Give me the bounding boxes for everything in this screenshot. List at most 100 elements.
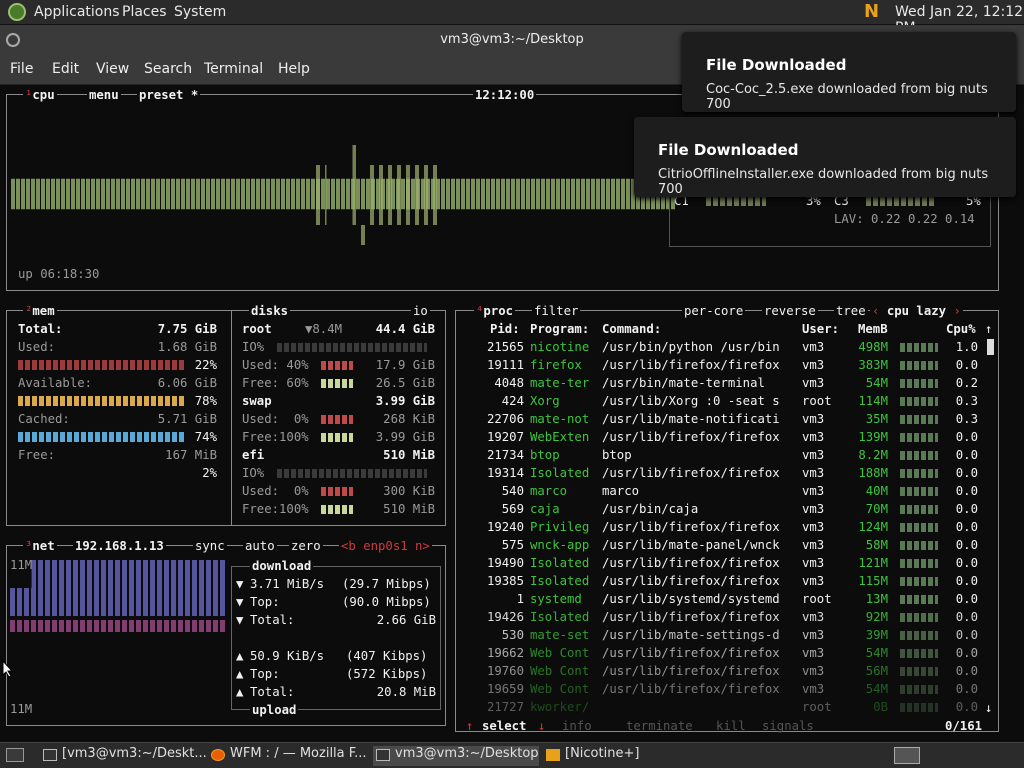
scroll-up-icon[interactable]: ↑ [985,320,992,338]
process-row[interactable]: 19659 Web Cont/usr/lib/firefox/firefox vm3… [456,680,982,698]
proc-title[interactable]: proc [483,304,513,318]
process-row[interactable]: 4048 mate-ter/usr/bin/mate-terminal vm3 54M… [456,374,982,392]
show-desktop-icon[interactable] [6,748,24,762]
proc-mem: 92M [865,610,888,624]
menu-file[interactable]: File [10,61,33,77]
proc-command: /usr/lib/firefox/firefox [602,430,780,444]
proc-filter-button[interactable]: filter [532,302,581,320]
proc-footer-terminate[interactable]: terminate [626,717,693,735]
process-row[interactable]: 540 marco marco vm3 40M 0.0 [456,482,982,500]
proc-mem: 54M [865,646,888,660]
proc-footer-select[interactable]: select [482,717,526,735]
disks-title[interactable]: disks [251,304,288,318]
proc-command: /usr/lib/firefox/firefox [602,610,780,624]
proc-percore-toggle[interactable]: per-core [682,302,746,320]
process-row[interactable]: 19490 Isolated/usr/lib/firefox/firefox vm3… [456,554,982,572]
proc-cpu-bar [900,469,938,478]
process-row[interactable]: 19111 firefox/usr/lib/firefox/firefox vm3 3… [456,356,982,374]
proc-reverse-toggle[interactable]: reverse [762,302,818,320]
process-row[interactable]: 424 Xorg/usr/lib/Xorg :0 -seat s root 114M 0… [456,392,982,410]
process-row[interactable]: 575 wnck-app/usr/lib/mate-panel/wnck vm3 58… [456,536,982,554]
proc-sort-selector[interactable]: cpu lazy [887,304,946,318]
menu-view[interactable]: View [96,61,129,77]
mem-title[interactable]: mem [32,304,54,318]
proc-header-mem[interactable]: MemB [858,320,888,338]
proc-footer-signals[interactable]: signals [762,717,814,735]
task-terminal-1[interactable]: [vm3@vm3:~/Deskt... [40,746,207,766]
net-auto-toggle[interactable]: auto [243,537,277,555]
proc-command: /usr/lib/mate-panel/wnck [602,538,780,552]
disk-usage-bar [321,487,353,496]
proc-command: /usr/lib/Xorg :0 -seat s [602,394,780,408]
proc-command: /usr/bin/python /usr/bin [602,340,780,354]
places-menu[interactable]: Places [122,4,167,20]
task-terminal-active[interactable]: vm3@vm3:~/Desktop [373,746,539,766]
menu-search[interactable]: Search [144,61,192,77]
menu-terminal[interactable]: Terminal [204,61,263,77]
task-firefox[interactable]: WFM : / — Mozilla F... [208,746,368,766]
proc-footer-kill[interactable]: kill [716,717,746,735]
proc-footer-down-arrow-icon[interactable]: ↓ [538,717,545,735]
process-row[interactable]: 22706 mate-not/usr/lib/mate-notificati vm3… [456,410,982,428]
process-row[interactable]: 19314 Isolated/usr/lib/firefox/firefox vm3… [456,464,982,482]
disks-io-toggle[interactable]: io [413,304,428,318]
disk-row-label: Used: 40% [242,358,309,372]
proc-header-program[interactable]: Program: [530,320,589,338]
cpu-preset-button[interactable]: preset * [139,88,198,102]
mem-free-percent: 2% [202,466,217,480]
proc-mem: 115M [858,574,888,588]
process-row[interactable]: 19207 WebExten/usr/lib/firefox/firefox vm3… [456,428,982,446]
process-row[interactable]: 21734 btop btop vm3 8.2M 0.0 [456,446,982,464]
process-row[interactable]: 19662 Web Cont/usr/lib/firefox/firefox vm3… [456,644,982,662]
process-row[interactable]: 19385 Isolated/usr/lib/firefox/firefox vm3… [456,572,982,590]
proc-footer-up-arrow-icon[interactable]: ↑ [466,717,473,735]
process-row[interactable]: 19426 Isolated/usr/lib/firefox/firefox vm3… [456,608,982,626]
nicotine-tray-icon[interactable]: N [864,1,879,22]
net-download-graph [10,560,226,616]
net-zero-toggle[interactable]: zero [289,537,323,555]
disk-row-label: Free: 60% [242,376,309,390]
workspace-switcher-icon[interactable] [894,747,920,764]
proc-footer-info[interactable]: info [562,717,592,735]
process-row[interactable]: 21565 nicotine/usr/bin/python /usr/bin vm3… [456,338,982,356]
proc-user: vm3 [802,358,825,372]
proc-command: marco [602,484,640,498]
system-menu[interactable]: System [174,4,226,20]
proc-user: vm3 [802,520,825,534]
proc-program: firefox [530,358,582,372]
proc-tree-toggle[interactable]: tree [834,302,868,320]
applications-menu[interactable]: Applications [34,4,120,20]
net-scale-bottom: 11M [10,702,33,716]
proc-cpu-bar [900,379,938,388]
process-row[interactable]: 569 caja/usr/bin/caja vm3 70M 0.0 [456,500,982,518]
proc-user: vm3 [802,430,825,444]
menu-help[interactable]: Help [278,61,310,77]
cpu-title[interactable]: cpu [32,88,54,102]
proc-header-user[interactable]: User: [802,320,839,338]
cpu-menu-button[interactable]: menu [89,88,119,102]
process-row[interactable]: 530 mate-set/usr/lib/mate-settings-d vm3 39… [456,626,982,644]
net-sync-toggle[interactable]: sync [193,537,227,555]
process-row[interactable]: 19240 Privileg/usr/lib/firefox/firefox vm3… [456,518,982,536]
proc-scrollbar-thumb[interactable] [987,339,994,355]
proc-user: vm3 [802,664,825,678]
process-row[interactable]: 1 systemd/usr/lib/systemd/systemd root 13M 0… [456,590,982,608]
net-title[interactable]: net [32,539,54,553]
process-row[interactable]: 21727 kworker/root 0B 0.0 [456,698,982,716]
net-upload-label: upload [250,701,299,719]
menu-edit[interactable]: Edit [52,61,79,77]
notification-coccoc[interactable]: File Downloaded Coc-Coc_2.5.exe download… [682,32,1016,112]
proc-header-command[interactable]: Command: [602,320,661,338]
process-row[interactable]: 19760 Web Cont/usr/lib/firefox/firefox vm3… [456,662,982,680]
proc-command: /usr/lib/firefox/firefox [602,358,780,372]
proc-header-cpu[interactable]: Cpu% [946,320,976,338]
disk-row-value: 300 KiB [383,484,435,498]
proc-command: /usr/lib/firefox/firefox [602,646,780,660]
net-interface-selector[interactable]: <b enp0s1 n> [339,537,432,555]
scroll-down-icon[interactable]: ↓ [985,699,992,717]
proc-program: Web Cont [530,664,590,678]
notification-citrio[interactable]: File Downloaded CitrioOfflineInstaller.e… [634,117,1016,197]
task-nicotine[interactable]: [Nicotine+] [543,746,703,766]
proc-header-pid[interactable]: Pid: [490,320,520,338]
mate-logo-icon[interactable] [8,3,26,21]
